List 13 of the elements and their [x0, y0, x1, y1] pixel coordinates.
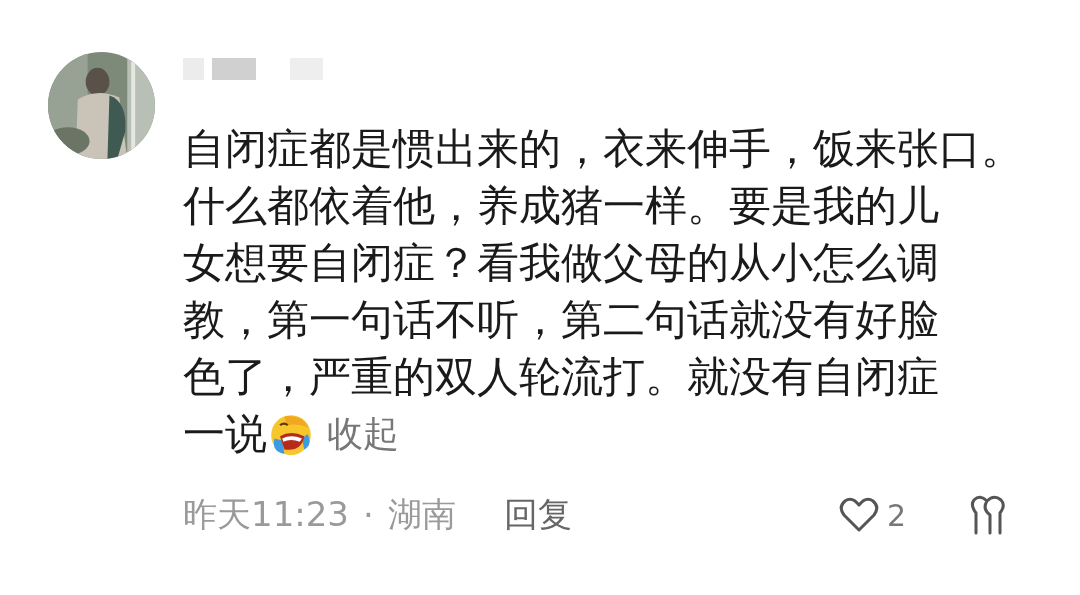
comment-location: 湖南	[387, 493, 456, 536]
comment-text-line: 自闭症都是惯出来的，衣来伸手，饭来张口。	[183, 123, 1023, 175]
comment-text-line: 女想要自闭症？看我做父母的从小怎么调	[183, 237, 939, 289]
heart-icon[interactable]	[838, 497, 879, 533]
collapse-link[interactable]: 收起	[327, 405, 399, 462]
comment-text-line: 什么都依着他，养成猪一样。要是我的儿	[183, 180, 939, 232]
like-count: 2	[886, 497, 906, 533]
reply-button[interactable]: 回复	[503, 492, 572, 538]
comment-text-line: 教，第一句话不听，第二句话就没有好脸	[183, 294, 939, 346]
separator-dot: ·	[363, 495, 374, 535]
comment-text-line: 色了，严重的双人轮流打。就没有自闭症	[183, 351, 939, 403]
comment-text-line: 一说	[183, 408, 267, 460]
comment-time: 昨天11:23	[183, 493, 349, 536]
